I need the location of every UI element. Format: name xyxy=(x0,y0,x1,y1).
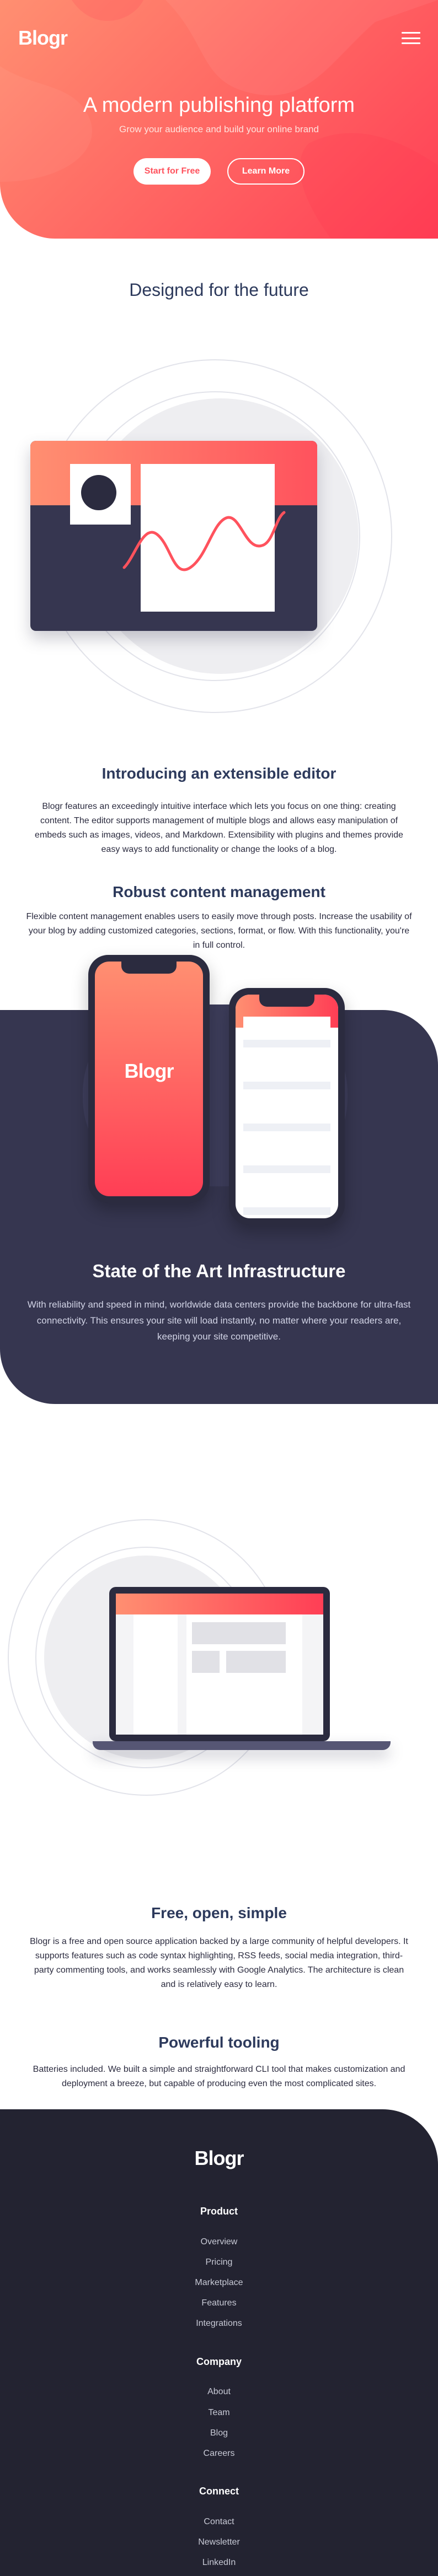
footer-link-pricing[interactable]: Pricing xyxy=(0,2258,438,2267)
footer-link-newsletter[interactable]: Newsletter xyxy=(0,2537,438,2547)
header: Blogr xyxy=(0,0,438,72)
footer-logo[interactable]: Blogr xyxy=(0,2147,438,2170)
footer-link-team[interactable]: Team xyxy=(0,2408,438,2418)
content-text: Flexible content management enables user… xyxy=(26,912,412,950)
editor-text: Blogr features an exceedingly intuitive … xyxy=(35,802,403,854)
free-text: Blogr is a free and open source applicat… xyxy=(30,1937,408,1989)
hero-section: Blogr A modern publishing platform Grow … xyxy=(0,0,438,239)
tooling-text: Batteries included. We built a simple an… xyxy=(33,2065,405,2088)
features-section: Free, open, simple Blogr is a free and o… xyxy=(0,1456,438,2109)
wave-line xyxy=(122,511,286,571)
footer-link-linkedin[interactable]: LinkedIn xyxy=(0,2558,438,2568)
footer-link-blog[interactable]: Blog xyxy=(0,2428,438,2438)
footer-link-overview[interactable]: Overview xyxy=(0,2237,438,2247)
infrastructure-section: Blogr State of the Art Infrastructure Wi… xyxy=(0,955,438,1456)
footer-link-careers[interactable]: Careers xyxy=(0,2449,438,2459)
footer-link-features[interactable]: Features xyxy=(0,2298,438,2308)
phone-right-illustration xyxy=(229,988,345,1225)
hero-buttons: Start for Free Learn More xyxy=(0,158,438,185)
editor-illustration xyxy=(30,441,317,631)
learn-more-button[interactable]: Learn More xyxy=(227,158,305,185)
footer-connect-title: Connect xyxy=(199,2486,239,2497)
decorative-circles-laptop xyxy=(8,1519,285,1796)
footer-product-title: Product xyxy=(200,2206,238,2217)
free-title: Free, open, simple xyxy=(151,1904,287,1921)
infrastructure-background xyxy=(0,1005,438,1404)
hamburger-icon[interactable] xyxy=(402,32,420,44)
footer: Blogr Product Overview Pricing Marketpla… xyxy=(0,2109,438,2576)
footer-link-about[interactable]: About xyxy=(0,2387,438,2397)
footer-link-contact[interactable]: Contact xyxy=(0,2517,438,2527)
logo[interactable]: Blogr xyxy=(18,26,68,50)
designed-title: Designed for the future xyxy=(129,280,309,300)
infrastructure-text: With reliability and speed in mind, worl… xyxy=(27,1299,411,1342)
content-title: Robust content management xyxy=(113,883,325,900)
laptop-illustration xyxy=(93,1587,391,1752)
designed-section: Designed for the future Introducing an e… xyxy=(0,239,438,955)
phone-left-illustration: Blogr xyxy=(88,955,210,1203)
hero-title: A modern publishing platform xyxy=(83,94,355,117)
footer-link-marketplace[interactable]: Marketplace xyxy=(0,2278,438,2288)
phone-logo: Blogr xyxy=(124,1060,174,1082)
hero-subtitle: Grow your audience and build your online… xyxy=(119,124,319,134)
infrastructure-title: State of the Art Infrastructure xyxy=(92,1261,346,1281)
start-for-free-button[interactable]: Start for Free xyxy=(133,158,211,185)
footer-company-title: Company xyxy=(196,2356,242,2367)
editor-title: Introducing an extensible editor xyxy=(102,765,336,782)
tooling-title: Powerful tooling xyxy=(158,2034,280,2051)
footer-link-integrations[interactable]: Integrations xyxy=(0,2319,438,2329)
